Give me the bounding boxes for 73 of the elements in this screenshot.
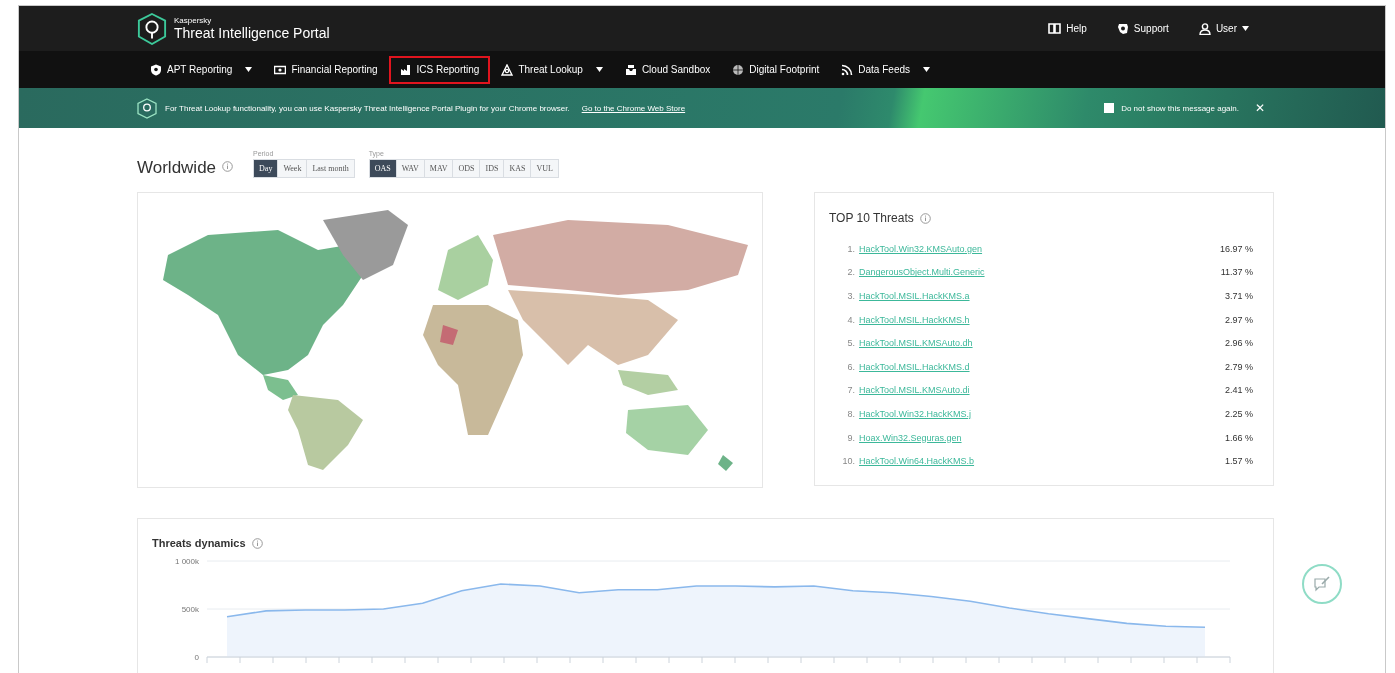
checkbox[interactable] bbox=[1104, 103, 1115, 113]
nav-item[interactable]: Cloud Sandbox bbox=[613, 55, 722, 84]
info-icon bbox=[919, 212, 931, 224]
rank-number: 1. bbox=[846, 243, 855, 254]
header-link[interactable]: Help bbox=[1048, 22, 1087, 35]
banner-message: For Threat Lookup functionality, you can use Kaspersky Threat Intelligence Portal Plugin for your Chrome browser. bbox=[165, 103, 570, 113]
type-tab[interactable]: IDS bbox=[480, 160, 505, 177]
user-icon bbox=[1198, 22, 1211, 35]
threat-share: 2.25 % bbox=[1224, 408, 1253, 419]
rank-number: 9. bbox=[846, 432, 855, 443]
factory-icon bbox=[399, 63, 412, 76]
nav-item[interactable]: ICS Reporting bbox=[388, 55, 491, 84]
period-tab[interactable]: Last month bbox=[307, 160, 354, 177]
rank-number: 4. bbox=[846, 314, 855, 325]
checkbox-label: Do not show this message again. bbox=[1121, 103, 1239, 113]
magnifier-icon bbox=[501, 63, 514, 76]
chat-bubble-icon bbox=[1116, 22, 1129, 35]
caret-icon bbox=[595, 67, 603, 72]
axis-label: 500k bbox=[181, 605, 199, 614]
type-tab[interactable]: WAV bbox=[396, 160, 425, 177]
chrome-store-link[interactable]: Go to the Chrome Web Store bbox=[581, 103, 686, 113]
nav-item[interactable]: Digital Footprint bbox=[721, 55, 831, 84]
globe-icon bbox=[732, 63, 745, 76]
threat-share: 11.37 % bbox=[1220, 267, 1253, 278]
book-icon bbox=[1048, 23, 1062, 34]
threat-share: 1.57 % bbox=[1224, 456, 1253, 467]
section-title: Worldwide bbox=[137, 158, 217, 178]
header-link[interactable]: Support bbox=[1116, 22, 1169, 35]
type-tab[interactable]: ODS bbox=[453, 160, 481, 177]
shield-icon bbox=[150, 63, 162, 76]
rank-number: 10. bbox=[841, 456, 855, 467]
rank-number: 8. bbox=[846, 408, 855, 419]
brand-name: Kaspersky bbox=[174, 16, 213, 25]
type-tab[interactable]: OAS bbox=[369, 160, 397, 177]
caret-icon bbox=[245, 67, 253, 72]
banknote-icon bbox=[274, 63, 287, 76]
rank-number: 3. bbox=[846, 291, 855, 301]
info-icon bbox=[222, 161, 234, 172]
threat-share: 2.79 % bbox=[1224, 361, 1253, 372]
type-tab[interactable]: MAV bbox=[424, 160, 454, 177]
period-tab[interactable]: Day bbox=[254, 160, 279, 177]
header-link[interactable]: User bbox=[1198, 22, 1249, 35]
card-title: TOP 10 Threats bbox=[829, 211, 914, 225]
caret-icon bbox=[923, 67, 930, 72]
rss-icon bbox=[841, 63, 854, 76]
threat-share: 2.96 % bbox=[1224, 338, 1253, 349]
nav-item[interactable]: Threat Lookup bbox=[490, 55, 614, 84]
shield-logo-icon bbox=[137, 12, 167, 45]
info-icon bbox=[251, 537, 263, 549]
nav-item[interactable]: APT Reporting bbox=[139, 55, 264, 84]
card-title: Threats dynamics bbox=[152, 537, 246, 549]
tray-icon bbox=[624, 63, 637, 76]
note-pen-icon bbox=[1313, 575, 1331, 593]
axis-label: 0 bbox=[194, 653, 199, 662]
axis-label: 1 000k bbox=[174, 557, 199, 566]
rank-number: 5. bbox=[846, 338, 855, 349]
nav-item[interactable]: Data Feeds bbox=[830, 55, 941, 84]
threat-share: 2.41 % bbox=[1224, 385, 1253, 396]
rank-number: 6. bbox=[846, 361, 855, 372]
type-tab[interactable]: KAS bbox=[504, 160, 532, 177]
close-button[interactable]: ✕ bbox=[1255, 101, 1265, 115]
shield-logo-icon bbox=[137, 97, 157, 119]
threat-share: 1.66 % bbox=[1224, 432, 1253, 443]
period-tab[interactable]: Week bbox=[278, 160, 308, 177]
caret-icon bbox=[1242, 26, 1249, 31]
rank-number: 7. bbox=[846, 385, 855, 396]
rank-number: 2. bbox=[846, 267, 855, 278]
nav-item[interactable]: Financial Reporting bbox=[263, 55, 389, 84]
portal-title: Threat Intelligence Portal bbox=[174, 25, 330, 41]
threat-share: 3.71 % bbox=[1224, 291, 1253, 301]
threat-share: 16.97 % bbox=[1219, 243, 1253, 254]
threat-share: 2.97 % bbox=[1224, 314, 1253, 325]
type-tab[interactable]: VUL bbox=[531, 160, 558, 177]
